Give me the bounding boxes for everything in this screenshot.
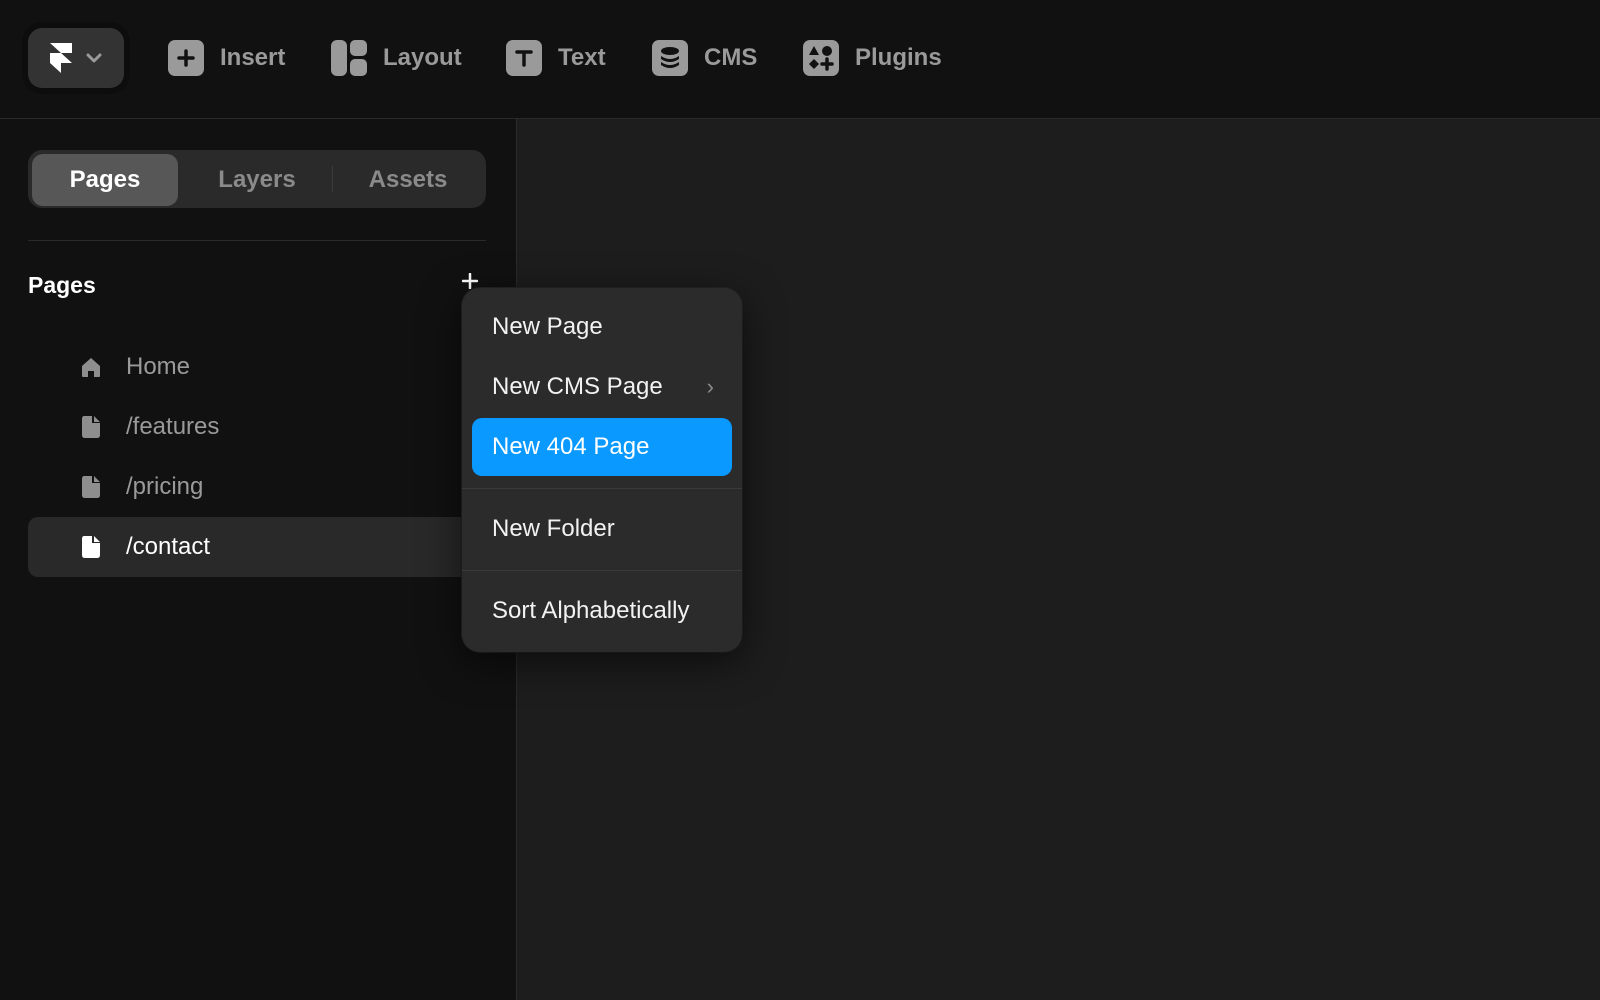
database-icon [652, 40, 688, 76]
text-button[interactable]: Text [506, 40, 606, 76]
plugins-label: Plugins [855, 44, 942, 71]
app-menu-button[interactable] [28, 28, 124, 88]
insert-label: Insert [220, 44, 286, 71]
framer-logo-icon [50, 43, 72, 73]
menu-item-label: New Page [492, 313, 603, 340]
menu-item-new-folder[interactable]: New Folder [472, 500, 732, 558]
menu-item-new-404-page[interactable]: New 404 Page [472, 418, 732, 476]
home-icon [82, 358, 100, 377]
cms-button[interactable]: CMS [652, 40, 757, 76]
page-icon [82, 416, 100, 438]
menu-item-label: New 404 Page [492, 433, 650, 460]
section-divider [28, 240, 486, 241]
left-sidebar: Pages Layers Assets Pages Home /features… [0, 119, 517, 1000]
text-t-icon [506, 40, 542, 76]
page-item-contact[interactable]: /contact [28, 517, 498, 577]
layout-button[interactable]: Layout [331, 40, 462, 76]
insert-button[interactable]: Insert [168, 40, 285, 76]
chevron-right-icon: › [706, 374, 714, 399]
add-page-context-menu: New Page New CMS Page › New 404 Page New… [462, 288, 742, 652]
page-label: /contact [126, 533, 211, 560]
page-icon [82, 476, 100, 498]
page-item-pricing[interactable]: /pricing [28, 457, 498, 517]
menu-item-new-cms-page[interactable]: New CMS Page › [472, 358, 732, 416]
top-toolbar: Insert Layout Text CMS Plugins [0, 0, 1600, 119]
menu-item-sort-alphabetically[interactable]: Sort Alphabetically [472, 582, 732, 640]
layout-grid-icon [331, 40, 367, 76]
menu-separator [462, 570, 742, 571]
pages-section-title: Pages [28, 272, 96, 298]
page-item-features[interactable]: /features [28, 397, 498, 457]
shapes-icon [803, 40, 839, 76]
page-label: /pricing [126, 473, 204, 500]
add-page-plus-icon[interactable] [462, 273, 478, 289]
page-label: /features [126, 413, 220, 440]
page-icon [82, 536, 100, 558]
text-label: Text [558, 44, 606, 71]
menu-separator [462, 488, 742, 489]
tab-pages[interactable]: Pages [32, 154, 178, 206]
tab-layers[interactable]: Layers [182, 154, 332, 206]
plugins-button[interactable]: Plugins [803, 40, 942, 76]
menu-item-label: New Folder [492, 515, 615, 542]
page-item-home[interactable]: Home [28, 337, 498, 397]
tab-assets[interactable]: Assets [333, 154, 483, 206]
page-label: Home [126, 353, 191, 380]
layout-label: Layout [383, 44, 462, 71]
cms-label: CMS [704, 44, 758, 71]
menu-item-label: Sort Alphabetically [492, 597, 690, 624]
menu-item-new-page[interactable]: New Page [472, 298, 732, 356]
plus-square-icon [168, 40, 204, 76]
chevron-down-icon [86, 53, 102, 63]
menu-item-label: New CMS Page [492, 373, 663, 400]
panel-tabs: Pages Layers Assets [28, 150, 486, 208]
